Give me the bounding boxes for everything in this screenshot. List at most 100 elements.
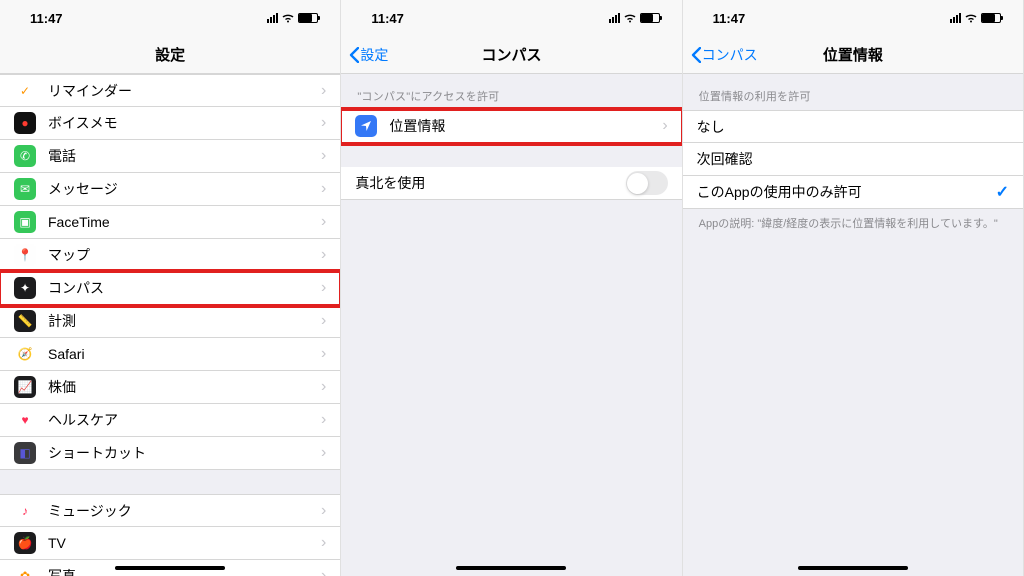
nav-title: 設定 [155, 44, 185, 65]
status-bar: 11:47 [0, 0, 340, 36]
row-label: マップ [48, 245, 321, 265]
option-label: 次回確認 [697, 149, 1009, 169]
settings-list[interactable]: ✓リマインダー›●ボイスメモ›✆電話›✉メッセージ›▣FaceTime›📍マップ… [0, 74, 340, 576]
row-label: コンパス [48, 278, 321, 298]
settings-row-マップ[interactable]: 📍 マップ› [0, 239, 340, 272]
chevron-right-icon: › [321, 180, 326, 198]
permission-option[interactable]: 次回確認 [683, 143, 1023, 176]
app-icon: ◧ [14, 442, 36, 464]
app-icon: 📈 [14, 376, 36, 398]
chevron-left-icon [691, 47, 701, 63]
settings-row-電話[interactable]: ✆電話› [0, 140, 340, 173]
chevron-right-icon: › [321, 114, 326, 132]
status-time: 11:47 [371, 11, 404, 26]
row-label: ボイスメモ [48, 113, 321, 133]
status-right [267, 13, 318, 23]
back-button[interactable]: 設定 [349, 45, 388, 65]
settings-row-ミュージック[interactable]: ♪ミュージック› [0, 494, 340, 527]
wifi-icon [623, 13, 637, 23]
settings-row-ヘルスケア[interactable]: ♥ ヘルスケア› [0, 404, 340, 437]
settings-row-リマインダー[interactable]: ✓ リマインダー› [0, 74, 340, 107]
battery-icon [981, 13, 1001, 23]
row-label: ヘルスケア [48, 410, 321, 430]
row-label: ショートカット [48, 443, 321, 463]
app-icon: ✦ [14, 277, 36, 299]
option-label: このAppの使用中のみ許可 [697, 182, 996, 202]
true-north-label: 真北を使用 [355, 173, 625, 193]
app-icon: ● [14, 112, 36, 134]
app-icon: ♥ [14, 409, 36, 431]
chevron-right-icon: › [321, 534, 326, 552]
status-time: 11:47 [713, 11, 746, 26]
app-icon: 🍎 [14, 532, 36, 554]
row-label: FaceTime [48, 214, 321, 230]
section-footer: Appの説明: "緯度/経度の表示に位置情報を利用しています。" [683, 209, 1023, 240]
app-icon: ✓ [14, 80, 36, 102]
chevron-right-icon: › [321, 312, 326, 330]
permission-option[interactable]: なし [683, 110, 1023, 143]
settings-screen: 11:47 設定 ✓リマインダー›●ボイスメモ›✆電話›✉メッセージ›▣Face… [0, 0, 341, 576]
chevron-right-icon: › [321, 82, 326, 100]
chevron-right-icon: › [321, 444, 326, 462]
wifi-icon [964, 13, 978, 23]
back-label: 設定 [360, 45, 388, 65]
permission-option[interactable]: このAppの使用中のみ許可✓ [683, 176, 1023, 209]
chevron-right-icon: › [321, 147, 326, 165]
nav-bar: 設定 コンパス [341, 36, 681, 74]
chevron-right-icon: › [662, 117, 667, 135]
true-north-toggle[interactable] [626, 171, 668, 195]
status-bar: 11:47 [341, 0, 681, 36]
chevron-right-icon: › [321, 567, 326, 576]
settings-row-ショートカット[interactable]: ◧ ショートカット› [0, 437, 340, 470]
status-bar: 11:47 [683, 0, 1023, 36]
wifi-icon [281, 13, 295, 23]
chevron-right-icon: › [321, 378, 326, 396]
location-permission-screen: 11:47 コンパス 位置情報 位置情報の利用を許可 なし次回確認このAppの使… [683, 0, 1024, 576]
settings-row-Safari[interactable]: 🧭Safari› [0, 338, 340, 371]
chevron-right-icon: › [321, 246, 326, 264]
battery-icon [640, 13, 660, 23]
home-indicator[interactable] [456, 566, 566, 570]
compass-settings-screen: 11:47 設定 コンパス "コンパス"にアクセスを許可 位置情報 › 真北を使… [341, 0, 682, 576]
home-indicator[interactable] [115, 566, 225, 570]
home-indicator[interactable] [798, 566, 908, 570]
battery-icon [298, 13, 318, 23]
section-header: 位置情報の利用を許可 [683, 74, 1023, 110]
row-label: リマインダー [48, 81, 321, 101]
settings-row-株価[interactable]: 📈 株価› [0, 371, 340, 404]
row-label: 株価 [48, 377, 321, 397]
row-label: TV [48, 535, 321, 551]
settings-row-TV[interactable]: 🍎 TV› [0, 527, 340, 560]
back-button[interactable]: コンパス [691, 45, 758, 65]
settings-row-計測[interactable]: 📏 計測› [0, 305, 340, 338]
true-north-row[interactable]: 真北を使用 [341, 167, 681, 200]
compass-settings-content: "コンパス"にアクセスを許可 位置情報 › 真北を使用 [341, 74, 681, 576]
chevron-right-icon: › [321, 345, 326, 363]
signal-icon [950, 13, 961, 23]
app-icon: 📍 [14, 244, 36, 266]
nav-title: コンパス [481, 44, 541, 65]
row-label: Safari [48, 346, 321, 362]
back-label: コンパス [702, 45, 758, 65]
row-label: 計測 [48, 311, 321, 331]
nav-bar: 設定 [0, 36, 340, 74]
status-time: 11:47 [30, 11, 63, 26]
nav-bar: コンパス 位置情報 [683, 36, 1023, 74]
location-label: 位置情報 [389, 116, 662, 136]
signal-icon [609, 13, 620, 23]
section-header: "コンパス"にアクセスを許可 [341, 74, 681, 110]
settings-row-メッセージ[interactable]: ✉メッセージ› [0, 173, 340, 206]
settings-row-コンパス[interactable]: ✦コンパス› [0, 272, 340, 305]
app-icon: ▣ [14, 211, 36, 233]
settings-row-FaceTime[interactable]: ▣FaceTime› [0, 206, 340, 239]
chevron-right-icon: › [321, 411, 326, 429]
app-icon: 📏 [14, 310, 36, 332]
nav-title: 位置情報 [823, 44, 883, 65]
status-right [609, 13, 660, 23]
check-icon: ✓ [996, 182, 1009, 202]
app-icon: ✆ [14, 145, 36, 167]
location-services-row[interactable]: 位置情報 › [341, 110, 681, 143]
status-right [950, 13, 1001, 23]
row-label: ミュージック [48, 501, 321, 521]
settings-row-ボイスメモ[interactable]: ● ボイスメモ› [0, 107, 340, 140]
